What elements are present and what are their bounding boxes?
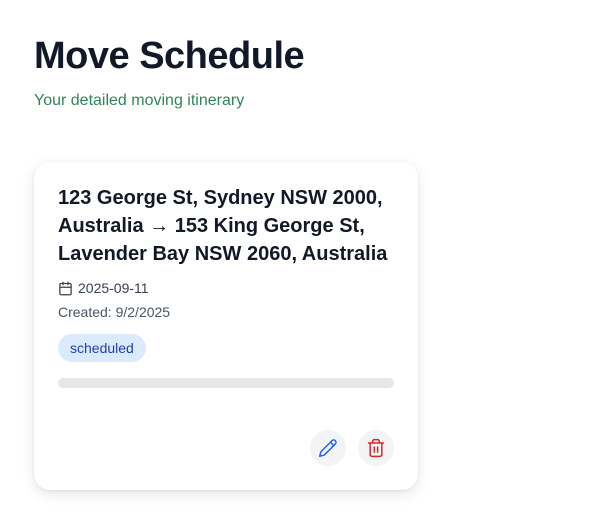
page-title: Move Schedule <box>34 35 305 77</box>
page-subtitle: Your detailed moving itinerary <box>34 92 245 109</box>
progress-bar <box>58 378 394 388</box>
move-route: 123 George St, Sydney NSW 2000, Australi… <box>58 187 388 265</box>
card-actions <box>310 430 394 466</box>
created-date: Created: 9/2/2025 <box>58 304 171 320</box>
move-card: 123 George St, Sydney NSW 2000, Australi… <box>34 162 418 490</box>
status-badge: scheduled <box>58 334 146 362</box>
delete-button[interactable] <box>358 430 394 466</box>
move-date-row: 2025-09-11 <box>58 278 394 298</box>
page: Move Schedule Your detailed moving itine… <box>0 0 598 514</box>
move-date: 2025-09-11 <box>78 280 149 296</box>
calendar-icon <box>58 281 73 296</box>
pencil-icon <box>318 438 338 458</box>
trash-icon <box>366 438 386 458</box>
edit-button[interactable] <box>310 430 346 466</box>
